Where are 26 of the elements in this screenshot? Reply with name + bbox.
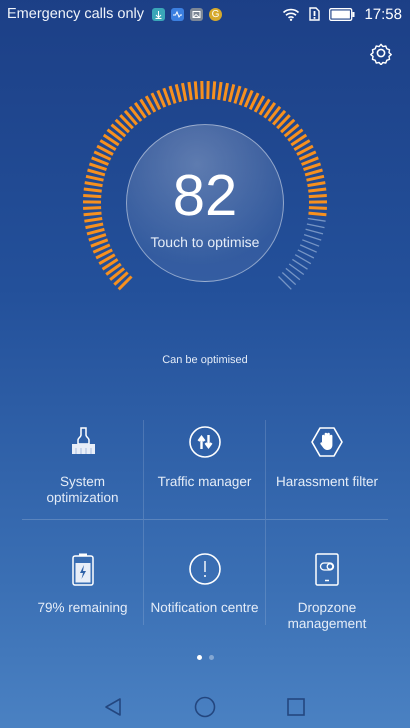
- up-down-arrows-icon: [188, 426, 220, 459]
- recent-apps-icon[interactable]: [286, 697, 306, 717]
- clock-time: 17:58: [364, 6, 402, 22]
- hand-icon: [311, 426, 343, 459]
- settings-icon[interactable]: [369, 41, 393, 65]
- wifi-icon: [282, 7, 300, 21]
- optimise-button[interactable]: 82 Touch to optimise: [126, 124, 284, 282]
- sim-card-icon: [309, 7, 320, 21]
- status-text: Can be optimised: [162, 354, 248, 366]
- exclamation-icon: [188, 553, 220, 586]
- notification-badge: G: [209, 8, 222, 20]
- tool-button[interactable]: Notification centre: [148, 600, 261, 616]
- tool-button[interactable]: Dropzone management: [267, 600, 387, 632]
- back-icon[interactable]: [104, 697, 124, 717]
- tool-button[interactable]: System optimization: [22, 474, 142, 506]
- page-indicator-dot[interactable]: [208, 655, 214, 660]
- tool-button[interactable]: Harassment filter: [274, 474, 380, 490]
- carrier-text: Emergency calls only: [7, 6, 144, 22]
- image-icon: [190, 8, 203, 20]
- page-indicator-dot[interactable]: [196, 655, 202, 660]
- download-icon: [152, 8, 165, 20]
- battery-icon: [329, 8, 356, 20]
- tool-button[interactable]: 79% remaining: [35, 600, 130, 616]
- heart-rate-icon: [171, 8, 184, 20]
- tool-button[interactable]: Traffic manager: [156, 474, 254, 490]
- home-icon[interactable]: [194, 696, 216, 718]
